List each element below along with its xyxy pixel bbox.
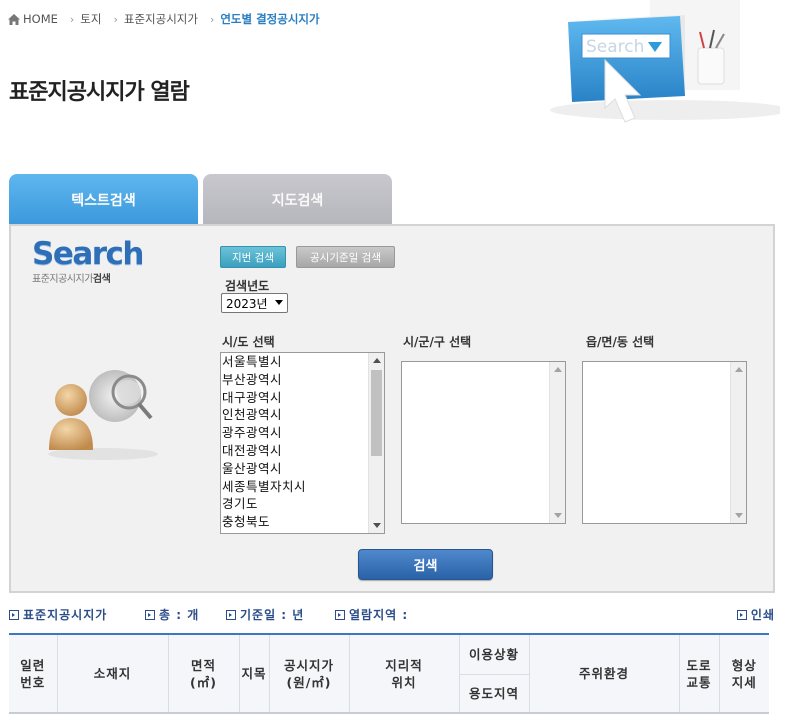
search-illustration: Search [550, 0, 780, 123]
result-info-bar: 표준지공시지가 총 : 개 기준일 : 년 열람지역 : 인쇄 [9, 606, 775, 622]
list-title: 표준지공시지가 [9, 606, 107, 623]
col-usage: 이용상황 [458, 634, 530, 675]
chevron-right-icon: › [209, 12, 215, 26]
sigungu-listbox[interactable] [401, 361, 566, 524]
col-jimok: 지목 [238, 634, 270, 714]
bullet-arrow-icon [9, 609, 19, 620]
search-logo: Search 표준지공시지가검색 [32, 236, 145, 285]
scroll-down-arrow-icon[interactable] [735, 513, 743, 518]
search-logo-word: Search [32, 236, 145, 272]
bullet-arrow-icon [226, 609, 236, 620]
sido-option[interactable]: 대구광역시 [221, 389, 368, 407]
sido-option[interactable]: 경기도 [221, 495, 368, 513]
sido-scrollbar[interactable] [368, 353, 384, 533]
tab-map-search[interactable]: 지도검색 [203, 174, 392, 226]
person-magnifier-icon [48, 370, 158, 460]
chevron-right-icon: › [113, 12, 118, 26]
col-surroundings: 주위환경 [528, 634, 680, 714]
scroll-up-arrow-icon[interactable] [735, 367, 743, 372]
base-date: 기준일 : 년 [226, 606, 304, 623]
jibun-search-button[interactable]: 지번 검색 [220, 246, 286, 268]
col-geo-location: 지리적 위치 [348, 634, 460, 714]
col-road: 도로 교통 [678, 634, 720, 714]
eupmyeon-listbox[interactable] [582, 361, 747, 524]
sido-option[interactable]: 광주광역시 [221, 424, 368, 442]
print-arrow-icon [736, 609, 747, 620]
search-button[interactable]: 검색 [358, 549, 493, 580]
date-search-button[interactable]: 공시기준일 검색 [296, 246, 395, 268]
chevron-right-icon: › [69, 12, 75, 26]
sido-option[interactable]: 세종특별자치시 [221, 478, 368, 496]
col-shape: 형상 지세 [718, 634, 769, 714]
sido-option[interactable]: 부산광역시 [221, 371, 368, 389]
breadcrumb: HOME › 토지 › 표준지공시지가 › 연도별 결정공시지가 [8, 10, 320, 28]
sido-option[interactable]: 충청북도 [221, 513, 368, 531]
col-zoning: 용도지역 [459, 674, 530, 714]
year-select[interactable]: 2023년 [221, 293, 288, 313]
scroll-up-arrow-icon[interactable] [554, 367, 562, 372]
page-title: 표준지공시지가 열람 [9, 80, 190, 105]
scroll-thumb[interactable] [371, 370, 382, 456]
bullet-arrow-icon [335, 609, 345, 620]
results-table: 일련 번호 소재지 면적 (㎡) 지목 공시지가 (원/㎡) 지리적 위치 이용상황 주… [9, 633, 769, 714]
breadcrumb-home[interactable]: HOME [23, 12, 58, 26]
chevron-down-icon [275, 300, 283, 305]
col-location: 소재지 [56, 634, 169, 714]
eupmyeon-label: 읍/면/동 선택 [586, 335, 655, 349]
eupmyeon-scrollbar[interactable] [730, 362, 746, 523]
sido-label: 시/도 선택 [222, 335, 275, 349]
breadcrumb-current: 연도별 결정공시지가 [220, 12, 320, 26]
home-icon [8, 13, 20, 25]
print-button[interactable]: 인쇄 [736, 606, 775, 623]
view-region: 열람지역 : [335, 606, 408, 623]
sido-listbox[interactable]: 서울특별시 부산광역시 대구광역시 인천광역시 광주광역시 대전광역시 울산광역시 세종특별자… [220, 352, 385, 534]
year-select-value: 2023년 [226, 296, 268, 311]
search-logo-subtitle: 표준지공시지가검색 [32, 274, 111, 285]
sigungu-scrollbar[interactable] [549, 362, 565, 523]
tab-text-search[interactable]: 텍스트검색 [9, 174, 198, 226]
search-panel: Search 표준지공시지가검색 지번 검색 공시기준일 검색 검색년도 202… [9, 224, 775, 593]
col-area: 면적 (㎡) [167, 634, 240, 714]
col-serial: 일련 번호 [9, 634, 58, 714]
breadcrumb-item-land[interactable]: 토지 [80, 11, 101, 27]
bullet-arrow-icon [145, 609, 155, 620]
sido-option[interactable]: 울산광역시 [221, 460, 368, 478]
sido-option[interactable]: 인천광역시 [221, 406, 368, 424]
sido-option[interactable]: 대전광역시 [221, 442, 368, 460]
col-price: 공시지가 (원/㎡) [268, 634, 350, 714]
scroll-up-arrow-icon[interactable] [373, 358, 381, 363]
sigungu-label: 시/군/구 선택 [403, 335, 472, 349]
hero-search-text: Search [586, 37, 644, 57]
scroll-down-arrow-icon[interactable] [373, 523, 381, 528]
sido-option[interactable]: 서울특별시 [221, 353, 368, 371]
breadcrumb-item-standard-price[interactable]: 표준지공시지가 [124, 11, 198, 27]
total-count: 총 : 개 [145, 606, 199, 623]
year-label: 검색년도 [225, 279, 270, 293]
scroll-down-arrow-icon[interactable] [554, 513, 562, 518]
